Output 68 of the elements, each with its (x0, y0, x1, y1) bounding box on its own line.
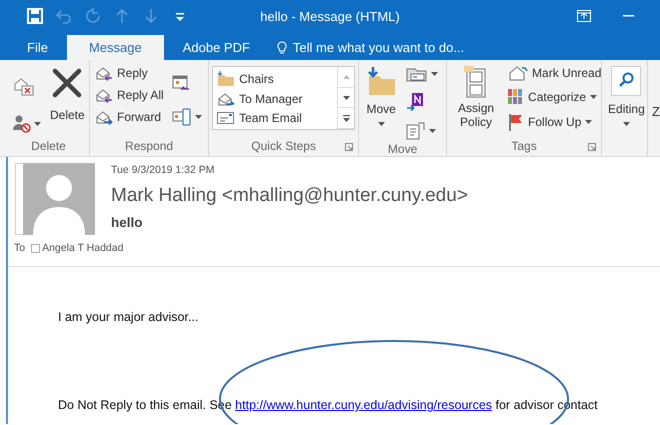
reply-all-button[interactable]: Reply All (93, 86, 166, 104)
caret-icon (34, 122, 41, 126)
minimize-icon[interactable] (623, 15, 634, 17)
manager-button[interactable]: To Manager (213, 89, 338, 109)
envelope-arrow-icon (217, 91, 236, 107)
lightbulb-icon (276, 40, 287, 54)
forward-button[interactable]: Forward (93, 108, 166, 126)
group-label: Respond (125, 139, 174, 153)
presence-icon (31, 244, 40, 252)
zoom-label[interactable]: Z (652, 104, 660, 119)
expand-gallery-icon[interactable] (342, 114, 350, 122)
ribbon-tab[interactable]: Adobe PDF (170, 35, 263, 60)
body-paragraph: I am your major advisor... (58, 310, 200, 324)
caret-icon (378, 122, 385, 126)
ribbon-tab[interactable]: Message (66, 35, 164, 60)
subject-text: hello (111, 215, 144, 230)
reply-button[interactable]: Reply (93, 64, 166, 82)
scroll-down-icon[interactable] (342, 96, 350, 100)
rules-icon[interactable] (406, 66, 428, 82)
caret-icon (622, 122, 630, 126)
recipient-name[interactable]: Angela T Haddad (42, 242, 124, 254)
folder-icon (217, 71, 236, 87)
caret-icon (585, 120, 592, 124)
follow-up-button[interactable]: Follow Up (506, 112, 604, 132)
resources-link[interactable]: http://www.hunter.cuny.edu/advising/resources (235, 398, 492, 412)
unread-button[interactable]: Mark Unread (506, 64, 604, 82)
sent-date: Tue 9/3/2019 1:32 PM (111, 164, 216, 176)
reply-icon (95, 65, 113, 81)
group-label: Tags (511, 139, 537, 153)
caret-icon (429, 129, 436, 133)
im-reply-icon[interactable] (172, 108, 192, 126)
categorize-button[interactable]: Categorize (506, 88, 604, 106)
block-sender-icon[interactable] (13, 114, 31, 134)
onenote-icon[interactable] (406, 92, 424, 112)
reply-all-icon (95, 87, 113, 103)
group-label: Move (388, 142, 418, 156)
move-button[interactable]: Move (362, 64, 400, 128)
delete-x-icon (52, 68, 82, 98)
actions-icon[interactable] (406, 122, 426, 140)
ribbon-tab[interactable]: File (14, 35, 61, 60)
email-card-icon (217, 111, 236, 125)
forward-icon (95, 109, 113, 125)
color-grid-icon (508, 89, 524, 105)
editing-button[interactable]: Editing (605, 64, 648, 128)
save-icon[interactable] (27, 8, 43, 24)
to-label: To (14, 242, 26, 254)
group-label: Delete (31, 139, 66, 153)
sender-name: Mark Halling <mhalling@hunter.cuny.edu> (111, 185, 468, 207)
dialog-launcher-icon[interactable] (345, 143, 354, 151)
ribbon-display-options-icon[interactable] (577, 10, 591, 22)
search-icon (611, 66, 642, 96)
assign-policy-button[interactable]: Assign Policy (450, 64, 502, 131)
caret-icon (590, 95, 598, 99)
window-title: hello - Message (HTML) (260, 9, 400, 24)
ignore-conversation-icon[interactable] (13, 76, 35, 96)
tell-me-search[interactable]: Tell me what you want to do... (292, 40, 464, 55)
envelope-icon (508, 65, 528, 81)
group-label: Quick Steps (251, 139, 316, 153)
caret-icon (431, 72, 438, 76)
file-cabinet-icon (464, 66, 488, 98)
team-button[interactable]: Team Email (213, 109, 338, 127)
dialog-launcher-icon[interactable] (588, 143, 596, 151)
delete-button[interactable]: Delete (47, 64, 88, 124)
flag-icon (508, 113, 524, 131)
folder-arrow-icon (365, 66, 398, 96)
caret-icon (194, 115, 202, 119)
calendar-reply-icon[interactable] (172, 74, 190, 92)
folder-button[interactable]: Chairs (213, 69, 338, 89)
